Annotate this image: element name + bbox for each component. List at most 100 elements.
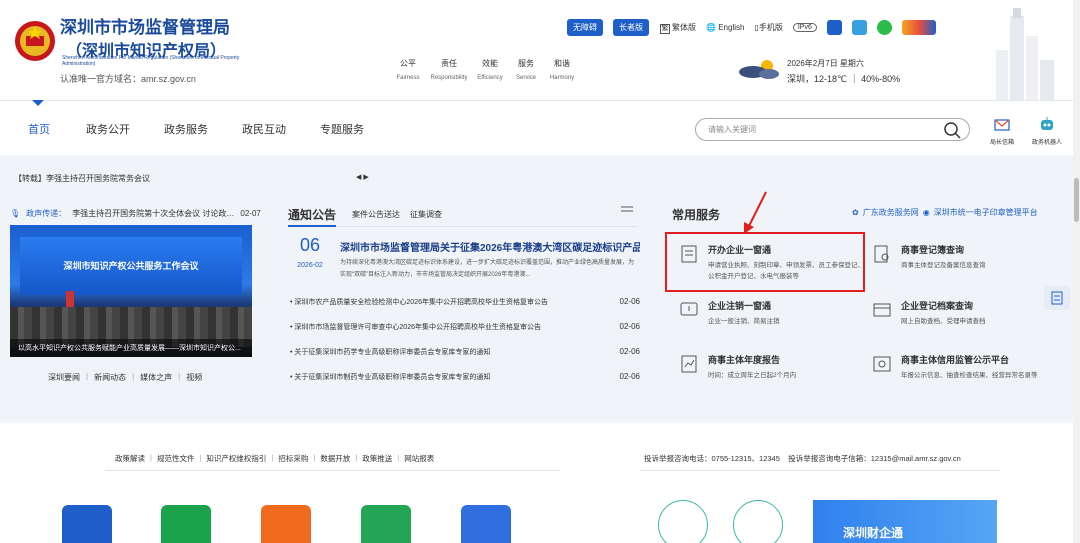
footer-link[interactable]: 政策解读 (115, 453, 145, 464)
nav-active-pointer (32, 100, 44, 106)
scrollbar-thumb[interactable] (1074, 178, 1079, 222)
english-link[interactable]: 🌐 English (706, 23, 744, 32)
headline-date: 06 2026-02 (297, 235, 323, 269)
notice-active-underline (288, 225, 336, 227)
search-placeholder: 请输入关键词 (708, 125, 756, 134)
robot-icon (1041, 117, 1053, 130)
services-title: 常用服务 (672, 208, 721, 222)
mobile-link[interactable]: ▯手机版 (754, 22, 782, 33)
footer-divider (640, 470, 1000, 471)
share-app-icon[interactable] (361, 505, 411, 543)
notice-tab-survey[interactable]: 征集调查 (410, 209, 442, 220)
value-item: 服务 Service (515, 59, 536, 81)
accessible-button[interactable]: 无障碍 (567, 19, 603, 36)
conference-screen: 深圳市知识产权公共服务工作会议 (20, 237, 242, 295)
notice-item[interactable]: • 深圳市市场监督管理许可审查中心2026年集中公开招聘高校毕业生资格复审公告 0… (290, 322, 640, 347)
mini-program-icon[interactable] (851, 20, 867, 35)
top-links: 繁繁体版 🌐 English ▯手机版 IPv6 (660, 20, 936, 35)
footer-link[interactable]: 规范性文件 (157, 453, 195, 464)
gd-gov-icon: ✿ (852, 208, 859, 217)
nav-gov-affairs[interactable]: 政务公开 (86, 121, 164, 137)
screen-app-icon[interactable] (261, 505, 311, 543)
value-item: 效能 Efficiency (477, 59, 503, 81)
value-item: 和谐 Harmony (549, 59, 575, 81)
search-doc-icon (874, 245, 889, 263)
footer-link[interactable]: 网站报表 (404, 453, 434, 464)
main-nav: 首页 政务公开 政务服务 政民互动 专题服务 (14, 121, 398, 137)
site-header: 深圳市市场监督管理局 （深圳市知识产权局） Shenzhen Administr… (0, 0, 1080, 100)
news-tab[interactable]: 深圳要闻 (48, 372, 80, 383)
scrollbar-track[interactable] (1073, 0, 1080, 543)
elder-version-button[interactable]: 长者版 (613, 19, 649, 36)
notice-title[interactable]: 通知公告 (288, 206, 336, 223)
city-skyline-icon (996, 8, 1054, 100)
mailbox-icon (994, 119, 1010, 131)
headline-summary: 为持续深化粤港澳大湾区碳足迹标识体系建设，进一步扩大碳足迹标识覆盖范围，推动产业… (340, 260, 635, 278)
nav-divider (0, 100, 1080, 101)
gd-gov-link[interactable]: 广东政务服务网 (863, 207, 919, 218)
service-credit-platform[interactable]: 商事主体信用监管公示平台 年报公示信息、抽查检查结果、经营异常名录等 (873, 353, 1063, 397)
site-title[interactable]: 深圳市市场监督管理局 (60, 18, 230, 37)
notice-divider (288, 226, 638, 227)
notice-list: • 深圳市农产品质量安全检验检测中心2026年集中公开招聘高校毕业生资格复审公告… (290, 297, 640, 397)
notice-item[interactable]: • 深圳市农产品质量安全检验检测中心2026年集中公开招聘高校毕业生资格复审公告… (290, 297, 640, 322)
notice-item[interactable]: • 关于征集深圳市制药专业高级职称评审委员会专家库专家的通知 02-06 (290, 372, 640, 397)
footer-link[interactable]: 数据开放 (320, 453, 350, 464)
wechat-icon[interactable] (876, 20, 892, 35)
search-input[interactable]: 请输入关键词 (695, 118, 970, 141)
nav-special-services[interactable]: 专题服务 (320, 121, 398, 137)
nav-gov-services[interactable]: 政务服务 (164, 121, 242, 137)
finance-banner[interactable]: 深圳财企通 (813, 500, 997, 543)
footer-divider (105, 470, 560, 471)
mailbox-link[interactable]: 局长信箱 (984, 118, 1020, 146)
highlight-box (665, 232, 865, 292)
footer-links: 政策解读 | 规范性文件 | 知识产权维权指引 | 招标采购 | 数据开放 | 政策推送 |… (115, 453, 435, 464)
voice-bar[interactable]: 🎙 政声传递： 李强主持召开国务院第十次全体会议 讨论政… 02-07 (10, 208, 261, 219)
traditional-link[interactable]: 繁繁体版 (660, 22, 696, 34)
news-tab[interactable]: 新闻动态 (94, 372, 126, 383)
chat-circle-icon[interactable] (658, 500, 708, 543)
menu-icon[interactable] (621, 205, 633, 215)
headline-link[interactable]: 深圳市市场监督管理局关于征集2026年粤港澳大湾区碳足迹标识产品... (340, 239, 640, 254)
news-tab[interactable]: 媒体之声 (140, 372, 172, 383)
search-icon[interactable] (943, 121, 961, 139)
complaint-contact: 投诉举报咨询电话：0755-12315、12345 投诉举报咨询电子信箱：123… (644, 454, 961, 463)
official-domain: 认准唯一官方域名：amr.sz.gov.cn (60, 74, 196, 84)
service-deregistration[interactable]: 企业注销一窗通 企业一般注销、简易注销 (680, 299, 870, 339)
pen-circle-icon[interactable] (733, 500, 783, 543)
people-app-icon[interactable] (62, 505, 112, 543)
notice-item[interactable]: • 关于征集深圳市药学专业高级职称评审委员会专家库专家的通知 02-06 (290, 347, 640, 372)
e-seal-link[interactable]: 深圳市统一电子印章管理平台 (934, 207, 1038, 218)
value-item: 公平 Fairness (396, 59, 420, 81)
service-archive-query[interactable]: 企业登记档案查询 网上自助查档、受理申请查档 (873, 299, 1063, 339)
news-carousel-photo[interactable]: 深圳市知识产权公共服务工作会议 以高水平知识产权公共服务赋能产业高质量发展——深… (10, 225, 252, 357)
service-registry-query[interactable]: 商事登记簿查询 商事主体登记及备案信息查询 (873, 243, 1063, 283)
carousel-caption[interactable]: 以高水平知识产权公共服务赋能产业高质量发展——深圳市知识产权公... (10, 339, 252, 357)
core-values: 公平 Fairness 责任 Responsibility 效能 Efficiency… (390, 58, 580, 81)
news-tab[interactable]: 视频 (186, 372, 202, 383)
footer-link[interactable]: 知识产权维权指引 (206, 453, 266, 464)
side-panel-tab[interactable] (1044, 286, 1070, 310)
notice-tabs: 案件公告送达 征集调查 (352, 209, 442, 220)
notice-tab-cases[interactable]: 案件公告送达 (352, 209, 400, 220)
value-item: 责任 Responsibility (430, 59, 468, 81)
weather-icon (739, 60, 779, 79)
id-card-app-icon[interactable] (461, 505, 511, 543)
nav-interaction[interactable]: 政民互动 (242, 121, 320, 137)
app-icon[interactable] (826, 20, 842, 35)
red-arrow-icon (744, 191, 767, 234)
footer-link[interactable]: 政策推送 (362, 453, 392, 464)
news-tabs: 深圳要闻 | 新闻动态 | 媒体之声 | 视频 (48, 372, 203, 383)
news-ticker[interactable]: 【转载】李强主持召开国务院常务会议 (14, 173, 150, 184)
microphone-icon: 🎙 (10, 209, 21, 218)
service-annual-report[interactable]: 商事主体年度报告 时间：成立周年之日起2个月内 (680, 353, 870, 393)
fda-app-icon[interactable] (161, 505, 211, 543)
footer-link[interactable]: 招标采购 (278, 453, 308, 464)
ticker-arrows[interactable]: ◀ ▶ (356, 173, 369, 181)
site-title-en: Shenzhen Administration For Market Regul… (62, 55, 240, 67)
robot-link[interactable]: 政务机器人 (1025, 116, 1069, 146)
weather-info: 深圳，12-18℃ ｜ 40%-80% (787, 74, 901, 84)
national-emblem-icon (15, 21, 55, 61)
archive-icon (873, 303, 891, 317)
nav-home[interactable]: 首页 (14, 121, 86, 137)
